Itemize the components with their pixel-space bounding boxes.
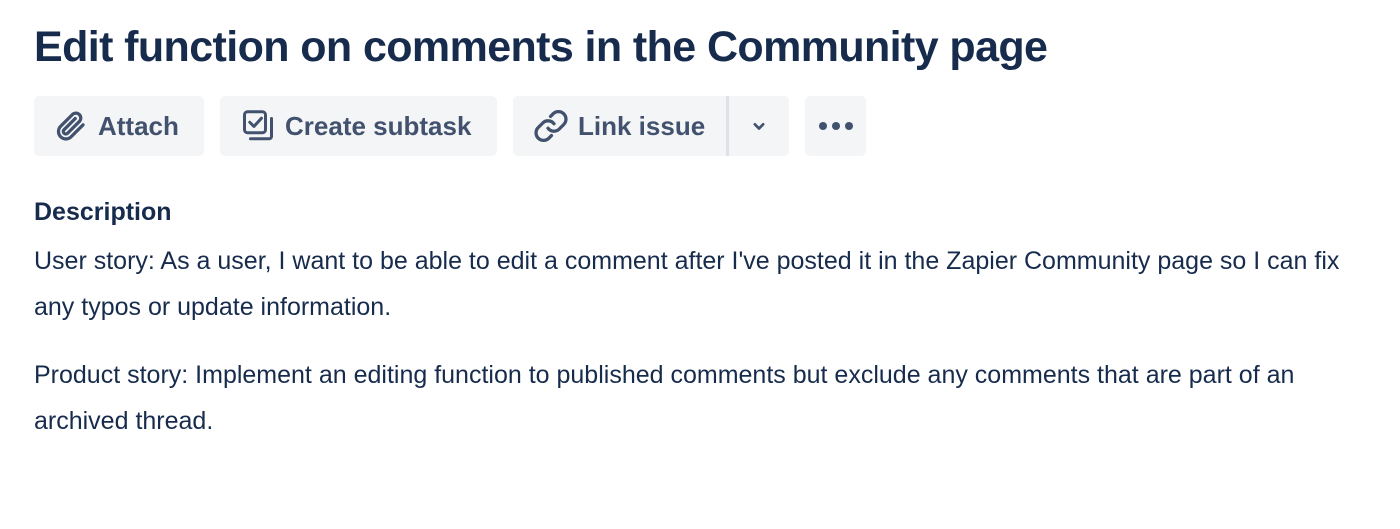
paperclip-icon	[54, 109, 88, 143]
chevron-down-icon	[749, 116, 769, 136]
attach-button-label: Attach	[98, 110, 179, 141]
subtask-icon	[240, 108, 276, 144]
link-issue-button-label: Link issue	[578, 110, 706, 141]
link-issue-dropdown-button[interactable]	[729, 96, 789, 156]
more-actions-button[interactable]	[805, 96, 866, 156]
issue-title[interactable]: Edit function on comments in the Communi…	[34, 18, 1048, 76]
link-issue-button[interactable]: Link issue	[513, 96, 726, 156]
description-user-story: User story: As a user, I want to be able…	[34, 247, 1340, 321]
link-icon	[533, 108, 569, 144]
description-heading: Description	[34, 198, 172, 226]
link-issue-split-button: Link issue	[513, 96, 789, 156]
description-product-story: Product story: Implement an editing func…	[34, 361, 1295, 435]
create-subtask-button-label: Create subtask	[285, 110, 472, 141]
description-body[interactable]: User story: As a user, I want to be able…	[34, 238, 1344, 444]
more-horizontal-icon	[817, 120, 855, 132]
create-subtask-button[interactable]: Create subtask	[220, 96, 497, 156]
attach-button[interactable]: Attach	[34, 96, 204, 156]
issue-action-toolbar: Attach Create subtask Link issue	[34, 96, 866, 156]
